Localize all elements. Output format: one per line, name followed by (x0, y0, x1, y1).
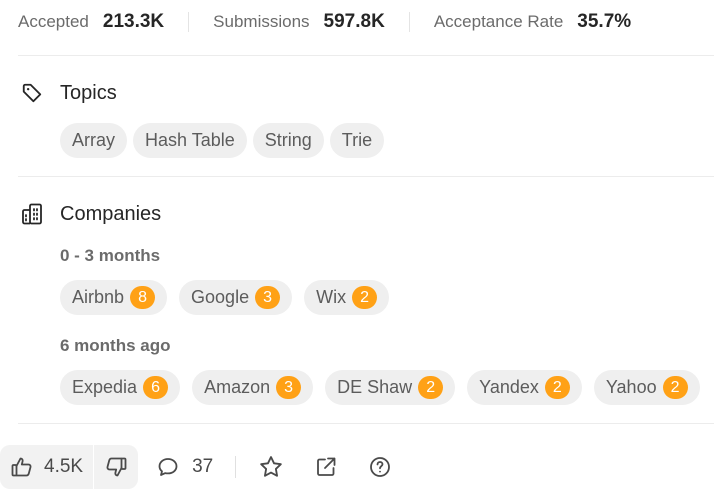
stat-submissions: Submissions 597.8K (213, 11, 385, 33)
comments-button[interactable]: 37 (156, 445, 213, 489)
stat-accepted-label: Accepted (18, 12, 89, 31)
stat-rate-label: Acceptance Rate (433, 12, 564, 31)
company-chip[interactable]: DE Shaw 2 (325, 370, 456, 405)
company-name: Amazon (204, 377, 271, 397)
companies-title: Companies (60, 202, 162, 225)
topic-chip[interactable]: String (252, 123, 324, 158)
problem-info-panel: Accepted 213.3K Submissions 597.8K Accep… (0, 0, 714, 493)
company-count-badge: 2 (544, 376, 570, 399)
stats-row: Accepted 213.3K Submissions 597.8K Accep… (18, 8, 631, 36)
company-count-badge: 2 (418, 376, 444, 399)
comment-icon (156, 455, 180, 479)
topic-chip[interactable]: Trie (329, 123, 385, 158)
company-chip[interactable]: Yandex 2 (467, 370, 582, 405)
dislike-button[interactable] (94, 445, 138, 489)
stat-divider (188, 12, 190, 32)
section-divider (18, 55, 714, 56)
favorite-button[interactable] (258, 445, 284, 489)
stat-acceptance-rate: Acceptance Rate 35.7% (434, 11, 631, 33)
company-chip[interactable]: Amazon 3 (192, 370, 314, 405)
stat-accepted: Accepted 213.3K (18, 11, 164, 33)
like-button[interactable]: 4.5K (0, 445, 93, 489)
company-period-label: 6 months ago (60, 336, 171, 355)
company-count-badge: 3 (276, 376, 302, 399)
topic-chips: Array Hash Table String Trie (60, 123, 390, 158)
company-name: Yahoo (605, 377, 657, 397)
company-count-badge: 6 (143, 376, 169, 399)
company-chip[interactable]: Expedia 6 (60, 370, 181, 405)
company-count-badge: 2 (662, 376, 688, 399)
company-chips-older: Expedia 6 Amazon 3 DE Shaw 2 Yandex 2 Ya… (60, 370, 712, 405)
company-name: DE Shaw (337, 377, 413, 397)
company-name: Wix (316, 287, 347, 307)
company-name: Google (191, 287, 250, 307)
company-period-label: 0 - 3 months (60, 246, 161, 265)
action-bar: 4.5K 37 (0, 445, 392, 489)
star-icon (258, 454, 284, 480)
stat-submissions-value: 597.8K (323, 11, 385, 32)
company-chip[interactable]: Yahoo 2 (593, 370, 700, 405)
company-name: Yandex (479, 377, 539, 397)
company-chip[interactable]: Wix 2 (304, 280, 390, 315)
topic-chip[interactable]: Hash Table (133, 123, 247, 158)
topics-title: Topics (60, 81, 117, 104)
company-chips-recent: Airbnb 8 Google 3 Wix 2 (60, 280, 401, 315)
help-icon (368, 455, 392, 479)
share-icon (314, 455, 338, 479)
action-divider (235, 456, 237, 478)
company-name: Airbnb (72, 287, 125, 307)
stat-rate-value: 35.7% (577, 11, 632, 32)
stat-accepted-value: 213.3K (102, 11, 165, 32)
company-count-badge: 8 (130, 286, 156, 309)
topics-header[interactable]: Topics (20, 81, 117, 105)
stat-submissions-label: Submissions (213, 12, 310, 31)
tag-icon (20, 81, 44, 105)
companies-header[interactable]: Companies (20, 202, 161, 226)
topic-chip[interactable]: Array (60, 123, 128, 158)
section-divider (18, 176, 714, 177)
company-chip[interactable]: Airbnb 8 (60, 280, 168, 315)
thumbs-down-icon (104, 455, 128, 479)
vote-group: 4.5K (0, 445, 139, 489)
company-chip[interactable]: Google 3 (179, 280, 293, 315)
comment-count: 37 (192, 456, 214, 477)
like-count: 4.5K (44, 456, 84, 477)
building-icon (20, 202, 44, 226)
help-button[interactable] (368, 445, 392, 489)
company-count-badge: 2 (352, 286, 378, 309)
company-count-badge: 3 (255, 286, 281, 309)
stat-divider (408, 12, 410, 32)
thumbs-up-icon (10, 455, 34, 479)
company-name: Expedia (72, 377, 138, 397)
share-button[interactable] (314, 445, 338, 489)
section-divider (18, 423, 714, 424)
